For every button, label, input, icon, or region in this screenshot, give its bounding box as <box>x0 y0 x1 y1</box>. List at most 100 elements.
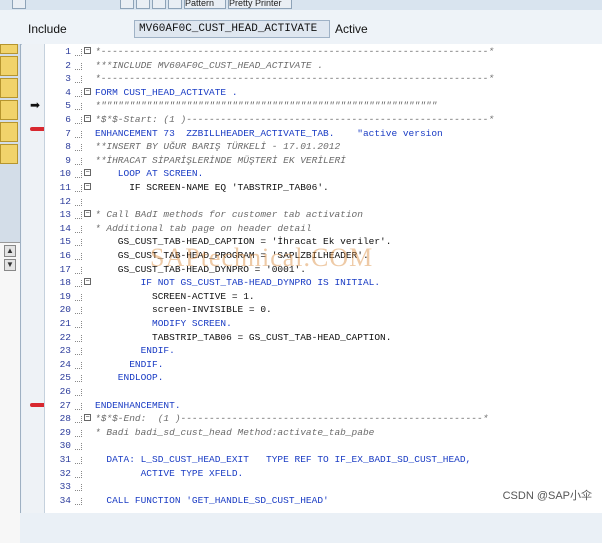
nav-button[interactable] <box>0 44 18 54</box>
code-line[interactable]: 32 ACTIVE TYPE XFELD. <box>45 467 602 481</box>
include-label: Include <box>28 22 67 36</box>
continuation-icon <box>75 198 82 206</box>
code-text: SCREEN-ACTIVE = 1. <box>95 290 255 302</box>
continuation-icon <box>75 348 82 356</box>
code-line[interactable]: 20 screen-INVISIBLE = 0. <box>45 303 602 317</box>
line-number: 13 <box>59 209 71 221</box>
code-line[interactable]: 1 − *-------------------------------------… <box>45 45 602 59</box>
code-text: *$*$-Start: (1 )------------------------… <box>95 114 495 125</box>
code-line[interactable]: 25 ENDLOOP. <box>45 371 602 385</box>
continuation-icon <box>75 185 82 192</box>
code-line[interactable]: 4 − FORM CUST_HEAD_ACTIVATE . <box>45 86 602 100</box>
nav-button[interactable] <box>0 144 18 164</box>
code-line[interactable]: 13 − * Call BAdI methods for customer tab … <box>45 208 602 222</box>
continuation-icon <box>75 375 82 383</box>
code-text: ENDIF. <box>95 345 175 357</box>
line-number: 18 <box>59 277 71 289</box>
continuation-icon <box>75 497 82 505</box>
fold-toggle-icon[interactable]: − <box>84 87 91 95</box>
execution-pointer-icon: ➡ <box>30 98 41 112</box>
scroll-up-icon[interactable]: ▲ <box>4 245 16 257</box>
continuation-icon <box>75 212 82 220</box>
code-line[interactable]: 21 MODIFY SCREEN. <box>45 317 602 331</box>
fold-toggle-icon[interactable]: − <box>84 414 91 422</box>
nav-button[interactable] <box>0 122 18 142</box>
code-text: * Additional tab page on header detail <box>95 222 312 234</box>
include-field[interactable]: MV60AF0C_CUST_HEAD_ACTIVATE <box>134 20 330 38</box>
code-line[interactable]: 6 − *$*$-Start: (1 )----------------------… <box>45 113 602 127</box>
line-number: 2 <box>65 59 71 71</box>
code-line[interactable]: 31 DATA: L_SD_CUST_HEAD_EXIT TYPE REF TO… <box>45 453 602 467</box>
code-line[interactable]: 26 <box>45 385 602 399</box>
line-number: 16 <box>59 250 71 261</box>
code-line[interactable]: 28 − *$*$-End: (1 )-----------------------… <box>45 412 602 426</box>
continuation-icon <box>75 62 82 70</box>
code-text: MODIFY SCREEN. <box>95 318 232 329</box>
line-number: 9 <box>65 154 71 166</box>
continuation-icon <box>75 171 82 179</box>
breakpoint-gutter[interactable] <box>22 44 44 513</box>
fold-toggle-icon[interactable]: − <box>84 210 91 218</box>
code-text: ENDIF. <box>95 358 164 370</box>
code-editor[interactable]: 1− *-------------------------------------… <box>44 44 602 513</box>
code-line[interactable]: 27 ENDENHANCEMENT. <box>45 399 602 413</box>
code-line[interactable]: 10 − LOOP AT SCREEN. <box>45 167 602 181</box>
code-line[interactable]: 2 ***INCLUDE MV60AF0C_CUST_HEAD_ACTIVATE … <box>45 59 602 73</box>
code-text: ENHANCEMENT 73 ZZBILLHEADER_ACTIVATE_TAB… <box>95 127 443 139</box>
code-line[interactable]: 12 <box>45 195 602 209</box>
continuation-icon <box>75 293 82 301</box>
fold-toggle-icon[interactable]: − <box>84 169 91 177</box>
toolbar-button[interactable] <box>136 0 150 9</box>
code-text: FORM CUST_HEAD_ACTIVATE . <box>95 86 238 98</box>
nav-button[interactable] <box>0 78 18 98</box>
continuation-icon <box>75 334 82 342</box>
line-number: 6 <box>65 114 71 125</box>
line-number: 15 <box>59 236 71 248</box>
code-text: screen-INVISIBLE = 0. <box>95 304 272 316</box>
toolbar-button[interactable] <box>168 0 182 9</box>
code-line[interactable]: 3 *--------------------------------------… <box>45 72 602 86</box>
code-text: ***INCLUDE MV60AF0C_CUST_HEAD_ACTIVATE . <box>95 59 324 71</box>
line-number: 14 <box>59 222 71 234</box>
toolbar-button[interactable] <box>152 0 166 9</box>
continuation-icon <box>75 457 82 464</box>
pattern-button[interactable]: Pattern <box>184 0 226 9</box>
line-number: 28 <box>59 413 71 425</box>
pretty-printer-button[interactable]: Pretty Printer <box>228 0 292 9</box>
fold-toggle-icon[interactable]: − <box>84 47 91 54</box>
left-navigation-strip: ▲ ▼ <box>0 44 21 543</box>
fold-toggle-icon[interactable]: − <box>84 115 91 122</box>
code-line[interactable]: 29 * Badi badi_sd_cust_head Method:activa… <box>45 426 602 440</box>
continuation-icon <box>75 470 82 478</box>
nav-button[interactable] <box>0 56 18 76</box>
nav-button[interactable] <box>0 100 18 120</box>
line-number: 27 <box>59 399 71 411</box>
line-number: 11 <box>59 182 71 193</box>
code-line[interactable]: 8 **INSERT BY UĞUR BARIŞ TÜRKELİ - 17.01.… <box>45 140 602 154</box>
fold-toggle-icon[interactable]: − <box>84 183 91 190</box>
toolbar-button[interactable] <box>120 0 134 9</box>
side-panel: ▲ ▼ <box>0 242 20 543</box>
continuation-icon <box>75 157 82 165</box>
fold-toggle-icon[interactable]: − <box>84 278 91 286</box>
code-line[interactable]: 5 *""""""""""""""""""""""""""""""""""""""… <box>45 99 602 113</box>
code-line[interactable]: 23 ENDIF. <box>45 344 602 358</box>
code-line[interactable]: 11 − IF SCREEN-NAME EQ 'TABSTRIP_TAB06'. <box>45 181 602 195</box>
code-line[interactable]: 9 **İHRACAT SİPARİŞLERİNDE MÜŞTERİ EK VER… <box>45 154 602 168</box>
code-line[interactable]: 24 ENDIF. <box>45 358 602 372</box>
scroll-down-icon[interactable]: ▼ <box>4 259 16 271</box>
code-text: * Call BAdI methods for customer tab act… <box>95 209 363 221</box>
line-number: 7 <box>65 127 71 139</box>
code-text: *"""""""""""""""""""""""""""""""""""""""… <box>95 100 438 112</box>
code-line[interactable]: 22 TABSTRIP_TAB06 = GS_CUST_TAB-HEAD_CAP… <box>45 331 602 345</box>
code-line[interactable]: 7 ENHANCEMENT 73 ZZBILLHEADER_ACTIVATE_TA… <box>45 127 602 141</box>
continuation-icon <box>75 76 82 84</box>
code-line[interactable]: 30 <box>45 439 602 453</box>
code-line[interactable]: 14 * Additional tab page on header detail <box>45 222 602 236</box>
line-number: 30 <box>59 440 71 452</box>
toolbar-button[interactable] <box>12 0 26 9</box>
continuation-icon <box>75 117 82 124</box>
code-line[interactable]: 19 SCREEN-ACTIVE = 1. <box>45 290 602 304</box>
code-line[interactable]: 18 − IF NOT GS_CUST_TAB-HEAD_DYNPRO IS IN… <box>45 276 602 290</box>
csdn-credit: CSDN @SAP小伞 <box>502 490 592 502</box>
